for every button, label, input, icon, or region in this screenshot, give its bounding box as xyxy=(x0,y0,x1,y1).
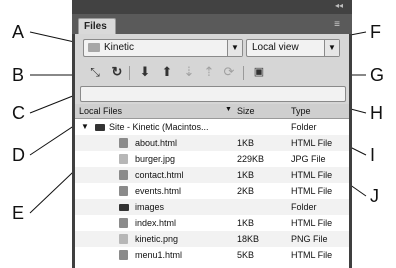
site-select-label: Kinetic xyxy=(104,42,135,53)
header-local-files[interactable]: Local Files xyxy=(79,106,122,116)
toolbar-separator xyxy=(129,66,130,80)
disclosure-triangle-icon[interactable]: ▼ xyxy=(81,122,89,131)
files-table: Local Files ▼ Size Type ▼ Site - Kinetic … xyxy=(75,104,349,268)
html-file-icon xyxy=(119,186,128,196)
file-size: 1KB xyxy=(237,218,255,228)
view-select[interactable]: Local view ▼ xyxy=(246,39,340,57)
image-file-icon xyxy=(119,154,128,164)
table-row[interactable]: ▼ Site - Kinetic (Macintos... Folder xyxy=(75,119,349,135)
sort-down-icon: ▼ xyxy=(225,106,232,113)
file-name: events.html xyxy=(135,186,182,196)
file-type: HTML File xyxy=(291,186,333,196)
file-name: images xyxy=(135,202,165,212)
chevron-down-icon[interactable]: ▼ xyxy=(324,40,339,56)
file-size: 229KB xyxy=(237,154,265,164)
html-file-icon xyxy=(119,250,128,260)
callout-a: A xyxy=(12,22,25,42)
file-size: 2KB xyxy=(237,186,255,196)
header-size[interactable]: Size xyxy=(237,106,255,116)
file-size: 5KB xyxy=(237,250,255,260)
file-name: burger.jpg xyxy=(135,154,176,164)
callout-f: F xyxy=(370,22,381,42)
table-row[interactable]: events.html 2KB HTML File xyxy=(75,183,349,199)
filter-field[interactable] xyxy=(80,86,346,102)
html-file-icon xyxy=(119,138,128,148)
refresh-icon[interactable]: ↻ xyxy=(109,64,125,80)
check-out-icon[interactable]: ⇣ xyxy=(181,64,197,80)
file-type: HTML File xyxy=(291,138,333,148)
file-size: 18KB xyxy=(237,234,260,244)
table-row[interactable]: images Folder xyxy=(75,199,349,215)
image-file-icon xyxy=(119,234,128,244)
html-file-icon xyxy=(119,170,128,180)
folder-icon xyxy=(88,43,100,52)
tab-files[interactable]: Files xyxy=(78,18,116,35)
header-type[interactable]: Type xyxy=(291,106,311,116)
file-name: Site - Kinetic (Macintos... xyxy=(109,122,209,132)
get-files-icon[interactable]: ⬇ xyxy=(137,64,153,80)
folder-icon xyxy=(119,204,129,211)
file-type: HTML File xyxy=(291,218,333,228)
chevron-down-icon[interactable]: ▼ xyxy=(227,40,242,56)
callout-j: J xyxy=(370,186,379,206)
file-type: JPG File xyxy=(291,154,326,164)
file-type: Folder xyxy=(291,122,317,132)
file-name: contact.html xyxy=(135,170,184,180)
site-folder-icon xyxy=(95,124,105,131)
connect-icon[interactable]: ⤡ xyxy=(87,64,103,80)
file-name: index.html xyxy=(135,218,177,228)
view-select-label: Local view xyxy=(252,42,299,53)
panel-body: Kinetic ▼ Local view ▼ ⤡ ↻ ⬇ ⬆ ⇣ ⇡ ⟳ ▣ L… xyxy=(75,34,349,268)
table-row[interactable]: burger.jpg 229KB JPG File xyxy=(75,151,349,167)
files-panel: ◂◂ Files ≡ Kinetic ▼ Local view ▼ ⤡ ↻ ⬇ … xyxy=(72,0,352,268)
file-size: 1KB xyxy=(237,138,255,148)
file-name: kinetic.png xyxy=(135,234,179,244)
sync-icon[interactable]: ⟳ xyxy=(221,64,237,80)
file-size: 1KB xyxy=(237,170,255,180)
site-select[interactable]: Kinetic ▼ xyxy=(83,39,243,57)
callout-c: C xyxy=(12,103,25,123)
file-type: PNG File xyxy=(291,234,328,244)
panel-top-strip xyxy=(72,0,352,14)
table-header: Local Files ▼ Size Type xyxy=(75,104,349,119)
collapse-icon[interactable]: ◂◂ xyxy=(334,2,344,10)
file-type: HTML File xyxy=(291,170,333,180)
html-file-icon xyxy=(119,218,128,228)
file-type: HTML File xyxy=(291,250,333,260)
file-name: about.html xyxy=(135,138,178,148)
table-row[interactable]: kinetic.png 18KB PNG File xyxy=(75,231,349,247)
table-row[interactable]: index.html 1KB HTML File xyxy=(75,215,349,231)
callout-d: D xyxy=(12,145,25,165)
expand-icon[interactable]: ▣ xyxy=(251,64,267,80)
panel-menu-icon[interactable]: ≡ xyxy=(330,20,344,30)
table-row[interactable]: about.html 1KB HTML File xyxy=(75,135,349,151)
tab-files-label: Files xyxy=(84,21,107,32)
callout-h: H xyxy=(370,103,383,123)
toolbar: ⤡ ↻ ⬇ ⬆ ⇣ ⇡ ⟳ ▣ xyxy=(75,61,349,85)
check-in-icon[interactable]: ⇡ xyxy=(201,64,217,80)
callout-e: E xyxy=(12,203,25,223)
callout-b: B xyxy=(12,65,25,85)
put-files-icon[interactable]: ⬆ xyxy=(159,64,175,80)
table-row[interactable]: contact.html 1KB HTML File xyxy=(75,167,349,183)
file-name: menu1.html xyxy=(135,250,183,260)
file-type: Folder xyxy=(291,202,317,212)
toolbar-separator xyxy=(243,66,244,80)
callout-i: I xyxy=(370,145,376,165)
table-row[interactable]: menu1.html 5KB HTML File xyxy=(75,247,349,263)
callout-g: G xyxy=(370,65,385,85)
